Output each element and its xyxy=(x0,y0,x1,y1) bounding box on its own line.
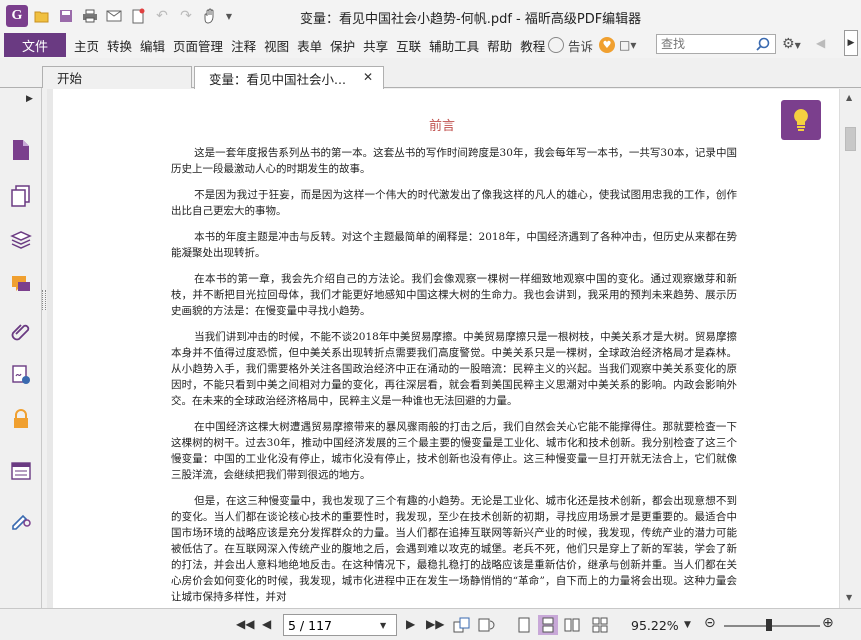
attachment-icon[interactable] xyxy=(10,320,34,346)
file-menu[interactable]: 文件 xyxy=(4,33,66,57)
page-heading: 前言 xyxy=(429,119,456,134)
paragraph: 本书的年度主题是冲击与反转。对这个主题最简单的阐释是：2018年，中国经济遇到了… xyxy=(171,231,737,259)
redo-icon[interactable]: ↷ xyxy=(176,6,196,26)
paragraph: 这是一套年度报告系列丛书的第一本。这套丛书的写作时间跨度是30年，我会每年写一本… xyxy=(171,147,737,175)
new-document-icon[interactable] xyxy=(128,6,148,26)
paragraph: 在中国经济这棵大树遭遇贸易摩擦带来的暴风骤雨般的打击之后，我们自然会关心它能不能… xyxy=(171,421,737,481)
security-lock-icon[interactable] xyxy=(10,408,34,434)
heart-icon[interactable]: ♥ xyxy=(599,37,616,53)
menu-comment[interactable]: 注释 xyxy=(227,36,260,55)
menu-view[interactable]: 视图 xyxy=(260,36,293,55)
menu-connect[interactable]: 互联 xyxy=(392,36,425,55)
title-bar: G ↶ ↷ ▼ 变量：看见中国社会小趋势-何帆.pdf - 福昕高级PDF编辑器 xyxy=(0,0,861,32)
page-number-field[interactable]: ▼ xyxy=(283,614,397,636)
next-page-icon[interactable]: ▶ xyxy=(406,617,415,631)
menu-edit[interactable]: 编辑 xyxy=(136,36,169,55)
user-dropdown-icon[interactable]: □▾ xyxy=(619,38,636,52)
first-page-icon[interactable]: ◀◀ xyxy=(236,617,254,631)
page-thumbnail-icon[interactable] xyxy=(10,138,34,164)
status-bar: ◀◀ ◀ ▼ ▶ ▶▶ 95.22% ▼ ⊝ ⊕ xyxy=(0,608,861,640)
tab-start[interactable]: 开始 xyxy=(42,66,192,88)
tab-current-document[interactable]: 变量：看见中国社会小... ✕ xyxy=(194,66,384,89)
page-dropdown-icon[interactable]: ▼ xyxy=(380,621,386,630)
signature-icon[interactable] xyxy=(10,364,34,390)
smart-assistant-lightbulb-icon[interactable] xyxy=(781,100,821,140)
zoom-out-icon[interactable]: ⊝ xyxy=(704,615,716,631)
tell-me-area[interactable]: 告诉 ♥ □▾ xyxy=(548,34,636,56)
paragraph: 当我们讲到冲击的时候，不能不谈2018年中美贸易摩擦。中美贸易摩擦只是一根树枝，… xyxy=(171,331,737,407)
vertical-scrollbar[interactable]: ▲ ▼ xyxy=(839,89,861,608)
single-page-view-icon[interactable] xyxy=(514,615,534,635)
search-icon[interactable] xyxy=(753,35,773,53)
menu-protect[interactable]: 保护 xyxy=(326,36,359,55)
certificate-sign-icon[interactable] xyxy=(10,508,34,534)
last-page-icon[interactable]: ▶▶ xyxy=(426,617,444,631)
document-tab-bar: 开始 变量：看见中国社会小... ✕ xyxy=(0,58,861,89)
continuous-facing-view-icon[interactable] xyxy=(590,615,610,635)
search-input[interactable] xyxy=(657,37,753,51)
scroll-down-icon[interactable]: ▼ xyxy=(846,593,852,602)
page-number-input[interactable] xyxy=(284,617,380,633)
paragraph: 在本书的第一章，我会先介绍自己的方法论。我们会像观察一棵树一样细致地观察中国的变… xyxy=(171,273,737,317)
undo-icon[interactable]: ↶ xyxy=(152,6,172,26)
pages-icon[interactable] xyxy=(10,184,34,210)
continuous-view-icon[interactable] xyxy=(538,615,558,635)
menu-organize[interactable]: 页面管理 xyxy=(169,36,227,55)
save-icon[interactable] xyxy=(56,6,76,26)
customize-dropdown-icon[interactable]: ▼ xyxy=(224,6,234,26)
lightbulb-outline-icon xyxy=(548,37,564,53)
scroll-up-icon[interactable]: ▲ xyxy=(846,93,852,102)
menu-convert[interactable]: 转换 xyxy=(103,36,136,55)
scroll-thumb[interactable] xyxy=(845,127,856,151)
menu-tutorial[interactable]: 教程 xyxy=(516,36,549,55)
hand-tool-icon[interactable] xyxy=(200,6,220,26)
ribbon-scroll-right-icon[interactable]: ▶ xyxy=(844,30,858,56)
ribbon-scroll-left-icon[interactable]: ◀ xyxy=(816,36,825,50)
previous-page-icon[interactable]: ◀ xyxy=(262,617,271,631)
menu-accessibility[interactable]: 辅助工具 xyxy=(425,36,483,55)
menu-help[interactable]: 帮助 xyxy=(483,36,516,55)
pdf-page[interactable]: 前言 这是一套年度报告系列丛书的第一本。这套丛书的写作时间跨度是30年，我会每年… xyxy=(53,89,839,608)
zoom-slider-track[interactable] xyxy=(724,625,820,627)
comments-icon[interactable] xyxy=(10,274,34,300)
menu-share[interactable]: 共享 xyxy=(359,36,392,55)
expand-panel-icon[interactable]: ▶ xyxy=(26,94,33,104)
sidebar-resize-grip[interactable] xyxy=(42,290,46,310)
tab-document-label: 变量：看见中国社会小... xyxy=(209,71,346,87)
page-body-text: 这是一套年度报告系列丛书的第一本。这套丛书的写作时间跨度是30年，我会每年写一本… xyxy=(171,145,737,608)
zoom-dropdown-icon[interactable]: ▼ xyxy=(684,620,691,630)
app-logo-icon[interactable]: G xyxy=(6,5,28,27)
zoom-in-icon[interactable]: ⊕ xyxy=(822,615,834,631)
search-field[interactable] xyxy=(656,34,776,54)
facing-view-icon[interactable] xyxy=(562,615,582,635)
paragraph: 不是因为我过于狂妄，而是因为这样一个伟大的时代激发出了像我这样的凡人的雄心，使我… xyxy=(171,189,737,217)
tell-me-label[interactable]: 告诉 xyxy=(568,36,593,55)
email-icon[interactable] xyxy=(104,6,124,26)
view-switch-icon[interactable] xyxy=(452,615,472,635)
navigation-sidebar: ▶ xyxy=(0,88,42,608)
tab-start-label: 开始 xyxy=(57,71,83,86)
window-title: 变量：看见中国社会小趋势-何帆.pdf - 福昕高级PDF编辑器 xyxy=(300,12,642,27)
zoom-slider-handle[interactable] xyxy=(766,619,772,631)
menu-home[interactable]: 主页 xyxy=(70,36,103,55)
close-tab-icon[interactable]: ✕ xyxy=(363,70,373,84)
open-folder-icon[interactable] xyxy=(32,6,52,26)
print-icon[interactable] xyxy=(80,6,100,26)
gear-icon[interactable]: ⚙▼ xyxy=(782,36,801,52)
menu-form[interactable]: 表单 xyxy=(293,36,326,55)
layers-icon[interactable] xyxy=(10,230,34,256)
paragraph: 但是，在这三种慢变量中，我也发现了三个有趣的小趋势。无论是工业化、城市化还是技术… xyxy=(171,495,737,603)
form-fields-icon[interactable] xyxy=(10,460,34,486)
rotate-view-icon[interactable] xyxy=(476,615,496,635)
zoom-level[interactable]: 95.22% xyxy=(631,618,679,633)
document-viewport[interactable]: 前言 这是一套年度报告系列丛书的第一本。这套丛书的写作时间跨度是30年，我会每年… xyxy=(47,89,839,608)
menu-bar: 文件 主页 转换 编辑 页面管理 注释 视图 表单 保护 共享 互联 辅助工具 … xyxy=(0,32,861,58)
